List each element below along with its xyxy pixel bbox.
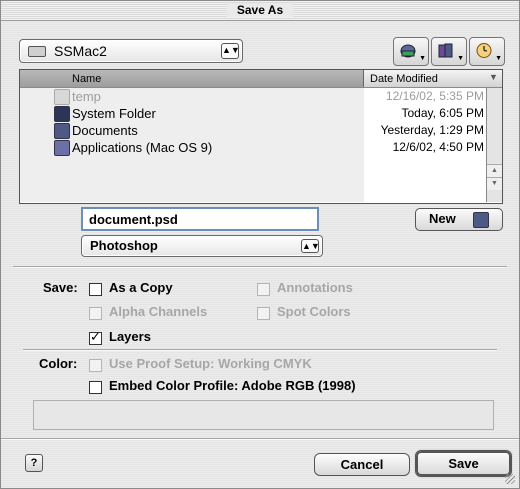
filename-input[interactable] xyxy=(89,211,309,227)
popup-arrows-icon: ▲▼ xyxy=(221,43,240,59)
file-name: System Folder xyxy=(72,106,156,121)
column-header: Name Date Modified ▼ xyxy=(20,70,502,88)
recent-icon xyxy=(476,43,492,58)
list-item: temp 12/16/02, 5:35 PM xyxy=(20,88,486,105)
new-folder-button[interactable]: New xyxy=(415,208,503,231)
embed-color-profile-label[interactable]: Embed Color Profile: Adobe RGB (1998) xyxy=(109,378,356,393)
alpha-channels-label: Alpha Channels xyxy=(109,304,208,319)
file-date: Today, 6:05 PM xyxy=(401,106,485,120)
save-as-dialog: Save As SSMac2 ▲▼ ▼ ▼ ▼ Name Date Modifi… xyxy=(0,0,520,489)
checkmark-icon: ✓ xyxy=(90,329,101,344)
spot-colors-checkbox xyxy=(257,307,270,320)
popup-arrows-icon: ▲▼ xyxy=(301,239,320,253)
save-options-label: Save: xyxy=(43,280,78,295)
file-date: 12/16/02, 5:35 PM xyxy=(385,89,484,103)
folder-icon xyxy=(54,123,70,139)
scroll-up-icon[interactable]: ▲ xyxy=(487,164,502,177)
layers-checkbox[interactable]: ✓ xyxy=(89,329,102,345)
chevron-down-icon: ▼ xyxy=(419,55,426,62)
scroll-down-icon[interactable]: ▼ xyxy=(487,177,502,190)
new-button-label: New xyxy=(429,211,456,226)
shortcuts-button[interactable]: ▼ xyxy=(393,37,429,66)
use-proof-setup-label: Use Proof Setup: Working CMYK xyxy=(109,356,312,371)
help-button[interactable]: ? xyxy=(25,454,43,472)
help-icon: ? xyxy=(30,457,38,469)
file-list: temp 12/16/02, 5:35 PM System Folder Tod… xyxy=(20,88,486,202)
format-popup[interactable]: Photoshop ▲▼ xyxy=(81,235,323,257)
name-column-header[interactable]: Name xyxy=(20,70,363,87)
volume-label: SSMac2 xyxy=(54,43,107,59)
description-area xyxy=(33,400,494,430)
applications-folder-icon xyxy=(54,140,70,156)
as-a-copy-checkbox[interactable] xyxy=(89,283,102,296)
format-label: Photoshop xyxy=(90,238,158,253)
file-date: 12/6/02, 4:50 PM xyxy=(392,140,484,154)
hard-disk-icon xyxy=(28,46,46,57)
shortcuts-icon xyxy=(400,44,416,58)
resize-grip-icon[interactable] xyxy=(505,474,515,484)
sort-direction-icon[interactable]: ▼ xyxy=(489,72,498,82)
embed-color-profile-checkbox[interactable] xyxy=(89,381,102,394)
column-divider[interactable] xyxy=(363,70,364,87)
chevron-down-icon: ▼ xyxy=(457,55,464,62)
chevron-down-icon: ▼ xyxy=(495,55,502,62)
title-bar[interactable]: Save As xyxy=(1,1,519,21)
alpha-channels-checkbox xyxy=(89,307,102,320)
file-name: temp xyxy=(72,89,101,104)
recent-button[interactable]: ▼ xyxy=(469,37,505,66)
list-item[interactable]: Applications (Mac OS 9) 12/6/02, 4:50 PM xyxy=(20,139,486,156)
folder-icon xyxy=(54,89,70,105)
list-item[interactable]: Documents Yesterday, 1:29 PM xyxy=(20,122,486,139)
system-folder-icon xyxy=(54,106,70,122)
color-options-label: Color: xyxy=(39,356,78,371)
layers-label[interactable]: Layers xyxy=(109,329,151,344)
annotations-label: Annotations xyxy=(277,280,353,295)
save-button[interactable]: Save xyxy=(415,450,512,477)
window-title: Save As xyxy=(1,3,519,17)
date-column-header[interactable]: Date Modified xyxy=(370,73,438,85)
favorites-button[interactable]: ▼ xyxy=(431,37,467,66)
annotations-checkbox xyxy=(257,283,270,296)
file-browser[interactable]: Name Date Modified ▼ temp 12/16/02, 5:35… xyxy=(19,69,503,204)
as-a-copy-label[interactable]: As a Copy xyxy=(109,280,173,295)
spot-colors-label: Spot Colors xyxy=(277,304,351,319)
volume-popup[interactable]: SSMac2 ▲▼ xyxy=(19,39,243,63)
divider xyxy=(13,266,507,268)
file-date: Yesterday, 1:29 PM xyxy=(380,123,484,137)
use-proof-setup-checkbox xyxy=(89,359,102,372)
cancel-button[interactable]: Cancel xyxy=(314,453,410,476)
filename-field[interactable] xyxy=(81,207,319,231)
list-item[interactable]: System Folder Today, 6:05 PM xyxy=(20,105,486,122)
favorites-icon xyxy=(438,43,453,58)
divider xyxy=(1,438,519,440)
file-name: Documents xyxy=(72,123,138,138)
divider xyxy=(23,349,497,351)
vertical-scrollbar[interactable]: ▲ ▼ xyxy=(486,88,502,202)
new-folder-icon xyxy=(473,212,489,228)
file-name: Applications (Mac OS 9) xyxy=(72,140,213,155)
